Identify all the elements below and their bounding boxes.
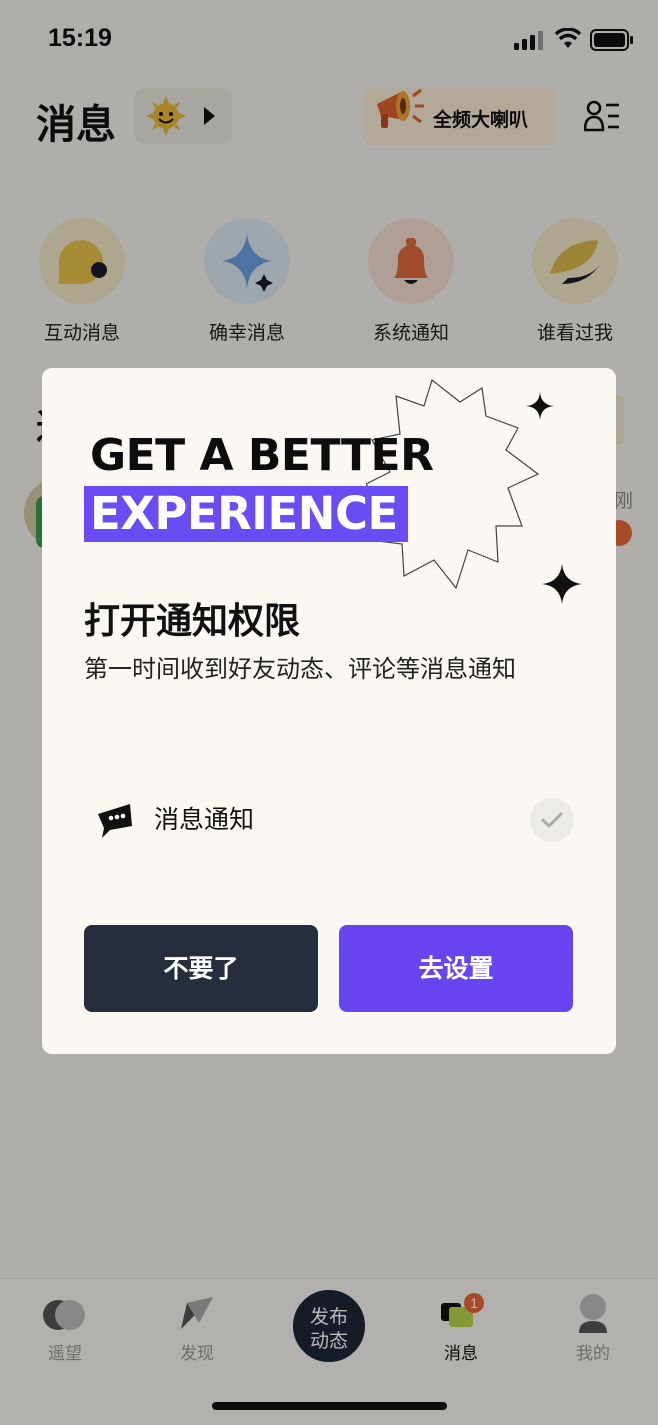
dialog-description: 第一时间收到好友动态、评论等消息通知 [84, 655, 516, 683]
dialog-title: 打开通知权限 [84, 601, 301, 642]
decline-button[interactable]: 不要了 [84, 925, 318, 1012]
permission-toggle[interactable] [530, 798, 574, 842]
hero-headline-line1: GET A BETTER [90, 430, 434, 481]
hero-headline-line2: EXPERIENCE [84, 486, 408, 542]
sparkle-icon [542, 564, 582, 604]
go-settings-button[interactable]: 去设置 [339, 925, 573, 1012]
notification-permission-dialog: GET A BETTER EXPERIENCE 打开通知权限 第一时间收到好友动… [42, 368, 616, 1054]
sparkle-icon [526, 392, 554, 420]
permission-label: 消息通知 [154, 805, 255, 834]
check-icon [541, 812, 563, 828]
message-notification-icon [98, 804, 132, 838]
